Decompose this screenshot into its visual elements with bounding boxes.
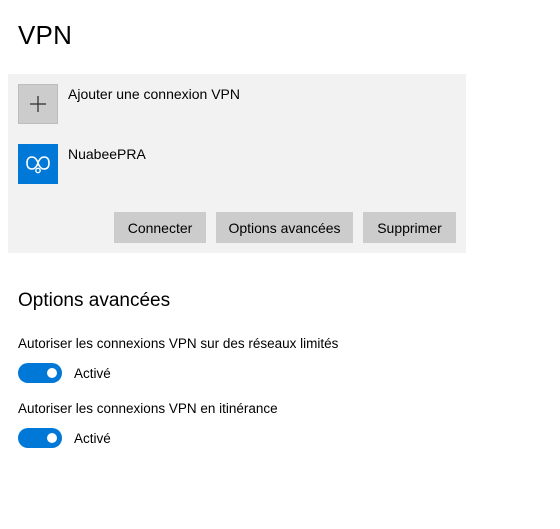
roaming-setting: Activé <box>18 428 111 448</box>
vpn-connections-panel: Ajouter une connexion VPN NuabeePRA Conn… <box>8 74 466 253</box>
add-vpn-connection-item[interactable]: Ajouter une connexion VPN <box>18 84 240 124</box>
roaming-toggle-state: Activé <box>74 430 111 446</box>
toggle-knob <box>47 368 57 378</box>
remove-button[interactable]: Supprimer <box>363 212 456 243</box>
add-vpn-connection-label: Ajouter une connexion VPN <box>68 86 240 102</box>
advanced-options-heading: Options avancées <box>18 290 171 311</box>
connect-button[interactable]: Connecter <box>114 212 206 243</box>
roaming-setting-label: Autoriser les connexions VPN en itinéran… <box>18 401 278 416</box>
toggle-knob <box>47 433 57 443</box>
vpn-settings-page: VPN Ajouter une connexion VPN NuabeePRA … <box>0 0 560 529</box>
metered-network-toggle[interactable] <box>18 363 62 383</box>
vpn-connection-name: NuabeePRA <box>68 146 146 162</box>
vpn-connection-actions: Connecter Options avancées Supprimer <box>114 212 456 243</box>
roaming-toggle[interactable] <box>18 428 62 448</box>
page-title: VPN <box>18 20 73 50</box>
plus-icon <box>18 84 58 124</box>
advanced-options-button[interactable]: Options avancées <box>216 212 353 243</box>
metered-network-setting-label: Autoriser les connexions VPN sur des rés… <box>18 336 339 351</box>
metered-network-toggle-state: Activé <box>74 365 111 381</box>
metered-network-setting: Activé <box>18 363 111 383</box>
vpn-connection-icon <box>18 144 58 184</box>
vpn-connection-item[interactable]: NuabeePRA <box>18 144 146 184</box>
